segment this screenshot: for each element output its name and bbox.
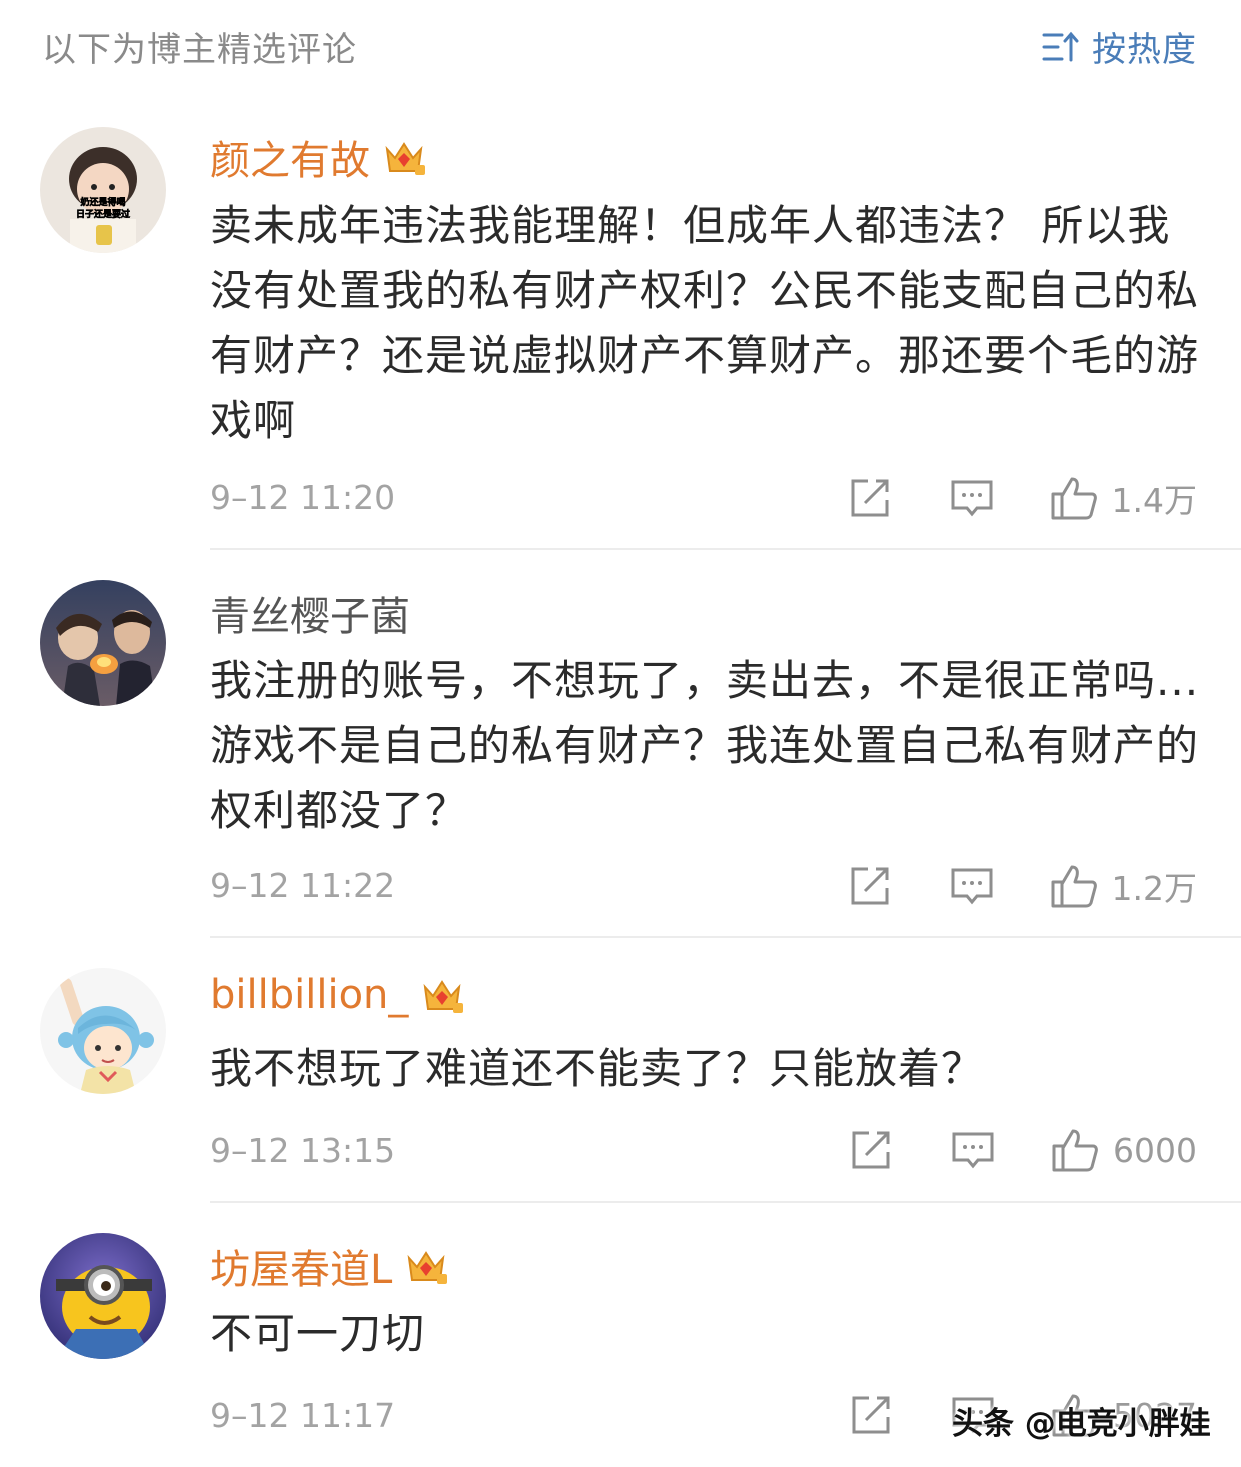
avatar[interactable]: 奶还是得喝 日子还是要过 (40, 127, 166, 253)
comment-divider (210, 1201, 1241, 1203)
like-button[interactable]: 1.2万 (1050, 862, 1197, 910)
repost-icon[interactable] (849, 1128, 893, 1172)
sort-by-hot-button[interactable]: 按热度 (1042, 22, 1197, 71)
sort-label: 按热度 (1092, 30, 1197, 70)
comment-icon[interactable] (950, 476, 994, 520)
thumbs-up-icon (1051, 865, 1097, 908)
username[interactable]: billbillion_ (210, 972, 464, 1018)
like-button[interactable]: 6000 (1051, 1127, 1197, 1173)
avatar[interactable] (40, 580, 166, 706)
avatar[interactable] (40, 1233, 166, 1359)
section-title: 以下为博主精选评论 (42, 30, 357, 70)
thumbs-up-icon (1052, 1129, 1098, 1172)
comment-time: 9–12 13:15 (210, 1131, 396, 1170)
like-count: 1.2万 (1111, 869, 1197, 908)
avatar-caption-line-2: 日子还是要过 (76, 208, 130, 220)
avatar[interactable] (40, 968, 166, 1094)
comment-time: 9–12 11:20 (210, 478, 396, 517)
crown-badge-icon (407, 1251, 448, 1284)
like-count: 6000 (1113, 1130, 1197, 1170)
comment-actions: 1.4万 (848, 474, 1197, 522)
like-count: 1.4万 (1111, 481, 1197, 520)
comment-divider (210, 548, 1241, 550)
comment-text: 卖未成年违法我能理解！但成年人都违法？ 所以我没有处置我的私有财产权利？公民不能… (210, 201, 1200, 445)
comment-text: 我不想玩了难道还不能卖了？只能放着？ (210, 1044, 985, 1093)
repost-icon[interactable] (848, 864, 892, 908)
username-text: 坊屋春道L (210, 1247, 393, 1293)
comment-text: 不可一刀切 (210, 1309, 426, 1358)
username[interactable]: 坊屋春道L (210, 1237, 448, 1295)
username-text: 青丝樱子菌 (210, 594, 410, 640)
username[interactable]: 颜之有故 (210, 128, 426, 186)
thumbs-up-icon (1051, 477, 1097, 520)
repost-icon[interactable] (849, 1393, 893, 1437)
comment-time: 9–12 11:17 (210, 1396, 396, 1435)
comment-icon[interactable] (951, 1128, 995, 1172)
username-text: 颜之有故 (210, 138, 370, 184)
comment-actions: 1.2万 (848, 862, 1197, 910)
comments-header: 以下为博主精选评论 按热度 (0, 0, 1241, 90)
comment-text: 我注册的账号，不想玩了，卖出去，不是很正常吗...游戏不是自己的私有财产？我连处… (210, 656, 1200, 835)
repost-icon[interactable] (848, 476, 892, 520)
crown-badge-icon (423, 980, 464, 1013)
comment-divider (210, 936, 1241, 938)
watermark: 头条 @电竞小胖娃 (952, 1406, 1211, 1442)
like-button[interactable]: 1.4万 (1050, 474, 1197, 522)
comment-actions: 6000 (849, 1127, 1197, 1173)
sort-icon (1042, 31, 1079, 61)
comment-icon[interactable] (950, 864, 994, 908)
username[interactable]: 青丝樱子菌 (210, 584, 410, 642)
avatar-caption-line-1: 奶还是得喝 (79, 196, 125, 208)
comment-time: 9–12 11:22 (210, 866, 396, 905)
crown-badge-icon (385, 142, 425, 175)
username-text: billbillion_ (210, 972, 409, 1018)
